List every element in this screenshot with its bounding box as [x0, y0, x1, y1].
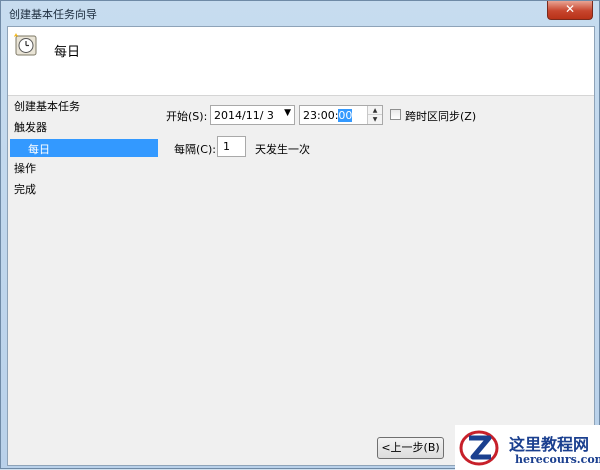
interval-input[interactable]: 1 [217, 136, 246, 157]
watermark-en-text: herecours.com [515, 453, 600, 466]
clock-icon [14, 33, 37, 56]
step-create-basic-task[interactable]: 创建基本任务 [14, 98, 80, 114]
step-action[interactable]: 操作 [14, 160, 36, 176]
watermark: 这里教程网 herecours.com [455, 425, 600, 470]
step-finish[interactable]: 完成 [14, 181, 36, 197]
interval-suffix: 天发生一次 [255, 143, 310, 156]
start-time-value: 23:00:00 [303, 109, 353, 122]
close-button[interactable]: ✕ [547, 1, 593, 20]
step-daily-label: 每日 [28, 143, 50, 156]
page-heading: 每日 [54, 45, 81, 60]
watermark-cn-text: 这里教程网 [509, 435, 590, 454]
interval-label: 每隔(C): [174, 143, 216, 156]
wizard-window: 创建基本任务向导 ✕ 每日 创建基本任务 触发器 每日 操作 完成 开始(S): [0, 0, 600, 470]
spin-down-icon[interactable]: ▼ [368, 115, 382, 124]
time-spinner[interactable]: ▲ ▼ [367, 106, 382, 124]
start-label: 开始(S): [166, 110, 208, 123]
watermark-logo-icon [459, 430, 499, 466]
start-time-prefix: 23:00: [303, 109, 339, 122]
sync-timezone-label: 跨时区同步(Z) [405, 110, 477, 123]
start-time-selected: 00 [338, 109, 353, 122]
start-time-input[interactable]: 23:00:00 ▲ ▼ [299, 105, 383, 125]
spin-up-icon[interactable]: ▲ [368, 106, 382, 115]
close-icon: ✕ [564, 2, 576, 16]
sync-timezone-checkbox[interactable] [390, 109, 401, 120]
title-bar[interactable]: 创建基本任务向导 ✕ [1, 1, 599, 25]
step-trigger[interactable]: 触发器 [14, 119, 47, 135]
dropdown-arrow-icon[interactable]: ▼ [284, 108, 291, 118]
window-title: 创建基本任务向导 [9, 8, 97, 21]
wizard-header: 每日 [8, 27, 594, 96]
step-daily[interactable]: 每日 [10, 139, 158, 157]
interval-value: 1 [223, 140, 230, 153]
back-button[interactable]: <上一步(B) [377, 437, 444, 459]
start-date-value: 2014/11/ 3 [214, 109, 274, 122]
start-date-picker[interactable]: 2014/11/ 3 ▼ [210, 105, 295, 125]
wizard-client: 每日 创建基本任务 触发器 每日 操作 完成 开始(S): 2014/11/ 3… [7, 26, 595, 466]
